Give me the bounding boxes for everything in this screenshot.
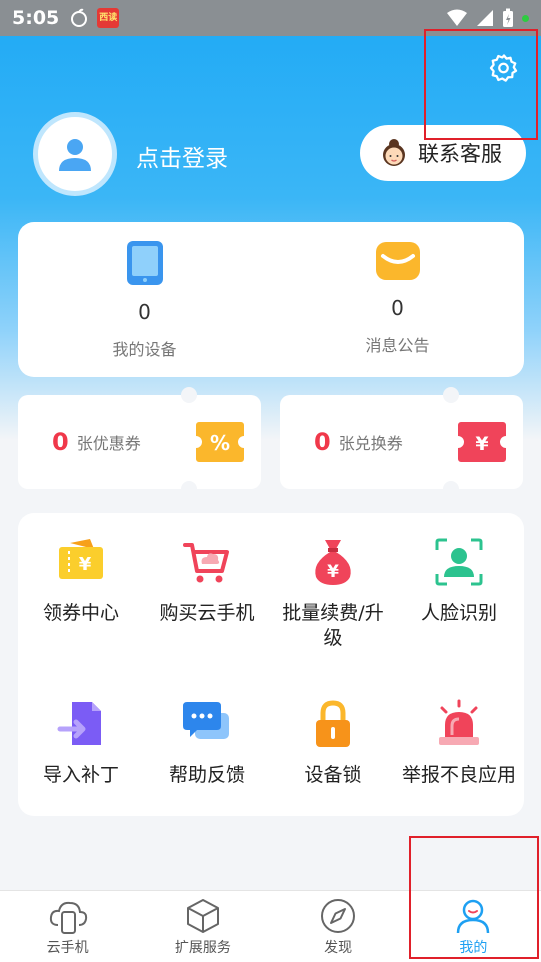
grid-label: 设备锁 (304, 764, 362, 786)
grid-item-coupon-center[interactable]: ¥ 领券中心 (18, 537, 144, 626)
alarm-icon (439, 699, 479, 745)
svg-text:%: % (210, 431, 230, 455)
tab-discover[interactable]: 发现 (271, 891, 406, 962)
tab-extended-services[interactable]: 扩展服务 (135, 891, 270, 962)
tab-label: 扩展服务 (174, 940, 231, 956)
svg-text:¥: ¥ (475, 433, 488, 455)
customer-service-button[interactable]: 联系客服 (360, 125, 526, 181)
grid-item-device-lock[interactable]: 设备锁 (270, 699, 396, 788)
exchange-coupon-card[interactable]: 0 张兑换券 ¥ (280, 387, 523, 497)
compass-icon (321, 899, 356, 933)
discount-coupon-label: 张优惠券 (76, 434, 141, 453)
announcements-label: 消息公告 (365, 336, 430, 355)
grid-item-buy-phone[interactable]: 购买云手机 (144, 537, 270, 626)
tab-label: 云手机 (46, 940, 89, 956)
tablet-icon (126, 241, 163, 285)
yuan-ticket-icon: ¥ (458, 422, 506, 462)
money-bag-icon: ¥ (315, 540, 351, 585)
discount-coupon-card[interactable]: 0 张优惠券 % (18, 387, 261, 497)
announcements-stat[interactable]: 0 消息公告 (271, 222, 524, 377)
status-dot (522, 14, 529, 22)
signal-icon (477, 10, 493, 26)
grid-item-help-feedback[interactable]: 帮助反馈 (144, 699, 270, 788)
gear-icon (489, 54, 518, 82)
customer-service-label: 联系客服 (418, 142, 502, 166)
chat-icon (183, 702, 229, 739)
my-devices-stat[interactable]: 0 我的设备 (18, 222, 271, 377)
bottom-tab-bar: 云手机 扩展服务 发现 我的 (0, 890, 541, 962)
grid-item-batch-renew[interactable]: ¥ 批量续费/升 级 (270, 537, 396, 651)
percent-ticket-icon: % (196, 422, 244, 462)
grid-label: 领券中心 (42, 602, 119, 624)
grid-item-face-recognition[interactable]: 人脸识别 (396, 537, 522, 626)
svg-text:¥: ¥ (327, 562, 339, 582)
tab-mine[interactable]: 我的 (406, 891, 541, 962)
avatar[interactable] (33, 112, 117, 196)
tab-label: 发现 (324, 940, 353, 956)
grid-label: 人脸识别 (420, 602, 497, 624)
exchange-coupon-count: 0 (314, 428, 331, 456)
status-time: 5:05 (12, 7, 60, 29)
grid-label: 购买云手机 (159, 602, 255, 624)
lock-icon (316, 700, 350, 747)
import-file-icon (57, 702, 101, 745)
coupon-center-icon: ¥ (59, 539, 103, 579)
devices-label: 我的设备 (112, 340, 177, 359)
grid-label: 举报不良应用 (401, 764, 516, 786)
announcements-count: 0 (391, 296, 404, 320)
grid-label: 批量续费/升 级 (282, 602, 384, 649)
feature-grid: ¥ 领券中心 购买云手机 ¥ 批量续费/升 级 人脸识别 导入补丁 帮助反馈 设… (18, 513, 524, 816)
grid-label: 导入补丁 (42, 764, 119, 786)
grid-item-report-app[interactable]: 举报不良应用 (396, 699, 522, 788)
battery-icon (503, 8, 513, 27)
user-avatar-icon (59, 139, 91, 171)
stats-card: 0 我的设备 0 消息公告 (18, 222, 524, 377)
devices-count: 0 (138, 300, 151, 324)
grid-item-import-patch[interactable]: 导入补丁 (18, 699, 144, 788)
exchange-coupon-label: 张兑换券 (338, 434, 403, 453)
cart-icon (183, 543, 229, 583)
wifi-icon (447, 9, 467, 26)
tab-cloud-phone[interactable]: 云手机 (0, 891, 135, 962)
notification-app-icon (71, 8, 88, 27)
customer-service-avatar-icon (383, 139, 405, 166)
tab-label: 我的 (459, 940, 488, 956)
user-icon (457, 899, 490, 934)
login-link[interactable]: 点击登录 (136, 139, 228, 173)
settings-button[interactable] (486, 50, 522, 86)
cube-icon (186, 899, 219, 933)
status-bar: 5:05 西读 (0, 0, 541, 36)
mail-icon (375, 242, 420, 280)
svg-text:¥: ¥ (79, 554, 92, 575)
cloud-phone-icon (49, 901, 87, 934)
grid-label: 帮助反馈 (168, 764, 245, 786)
discount-coupon-count: 0 (52, 428, 69, 456)
face-id-icon (435, 538, 483, 586)
app-notification-badge: 西读 (97, 8, 120, 28)
